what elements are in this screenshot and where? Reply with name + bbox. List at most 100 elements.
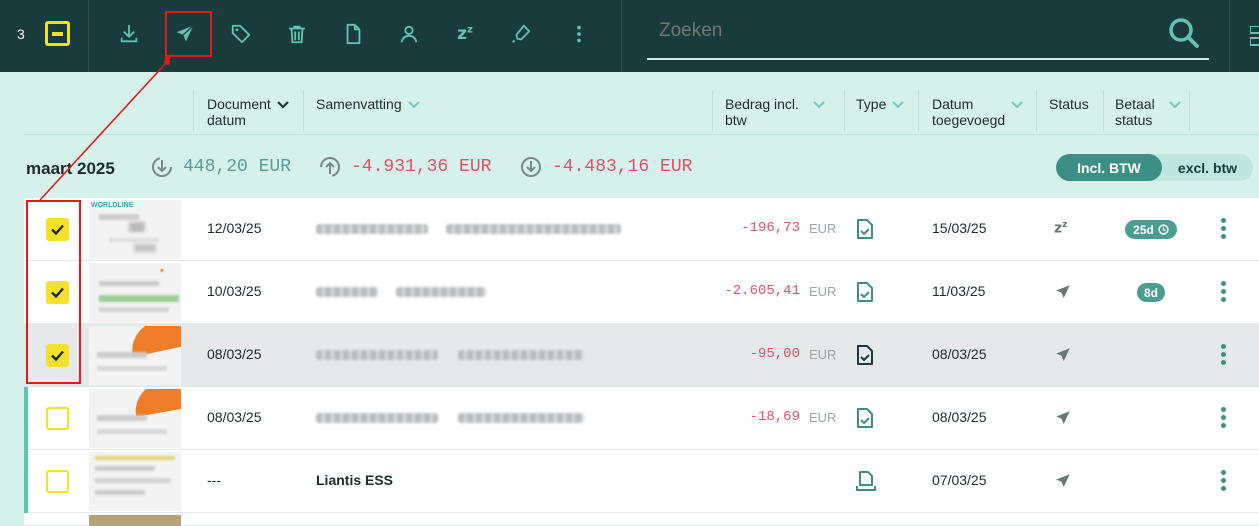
document-thumbnail[interactable]: WORLDLINE xyxy=(89,200,181,259)
marker-button[interactable] xyxy=(501,16,541,52)
date-added: 08/03/25 xyxy=(932,409,987,425)
row-more-button[interactable] xyxy=(1218,344,1228,368)
chevron-down-icon xyxy=(813,101,825,109)
download-icon xyxy=(120,24,138,43)
download-button[interactable] xyxy=(109,16,149,52)
document-button[interactable] xyxy=(333,16,373,52)
document-date: 08/03/25 xyxy=(207,409,262,425)
summary-redacted xyxy=(458,413,584,423)
column-separator xyxy=(918,90,919,132)
income-icon xyxy=(152,157,172,177)
search-bar xyxy=(647,10,1209,60)
highlight-send-button xyxy=(165,11,212,57)
document-thumbnail[interactable]: ✶ xyxy=(89,263,181,322)
chevron-down-icon xyxy=(892,101,905,109)
summary-redacted xyxy=(316,224,428,234)
summary-redacted xyxy=(446,224,621,234)
search-icon[interactable] xyxy=(1167,16,1201,50)
row-checkbox[interactable] xyxy=(46,470,69,493)
toolbar-divider xyxy=(621,0,622,72)
month-income: 448,20 EUR xyxy=(151,156,291,178)
assign-user-button[interactable] xyxy=(389,16,429,52)
document-date: --- xyxy=(207,472,221,488)
select-all-checkbox[interactable] xyxy=(45,21,70,46)
column-amount[interactable]: Bedrag incl. btw xyxy=(725,96,825,128)
delete-button[interactable] xyxy=(277,16,317,52)
payment-due-badge: 8d xyxy=(1137,283,1165,302)
send-icon xyxy=(1056,348,1070,361)
document-date: 10/03/25 xyxy=(207,283,262,299)
invoice-type-icon xyxy=(857,282,873,302)
column-status[interactable]: Status xyxy=(1049,96,1089,112)
row-more-button[interactable] xyxy=(1218,218,1228,242)
incl-vat-option[interactable]: Incl. BTW xyxy=(1056,154,1162,181)
table-row[interactable]: ✶ 10/03/25 -2.605,41 EUR 11/03/25 8d xyxy=(24,261,1259,324)
amount: -95,00 xyxy=(749,346,800,362)
table-row[interactable]: --- Liantis ESS 07/03/25 xyxy=(24,450,1259,513)
summary-redacted xyxy=(396,287,486,297)
vat-toggle[interactable]: Incl. BTW excl. btw xyxy=(1056,154,1253,181)
clock-icon xyxy=(1158,224,1169,235)
snooze-button[interactable]: zz xyxy=(445,16,485,52)
table-row[interactable]: 08/03/25 -18,69 EUR 08/03/25 xyxy=(24,387,1259,450)
date-added: 07/03/25 xyxy=(932,472,987,488)
snooze-icon: zz xyxy=(457,24,473,44)
column-date-added[interactable]: Datum toegevoegd xyxy=(932,96,1023,128)
expense-icon xyxy=(320,157,340,177)
settings-icon[interactable] xyxy=(1250,26,1259,46)
document-thumbnail[interactable] xyxy=(89,452,181,511)
summary-redacted xyxy=(316,413,438,423)
selected-count: 3 xyxy=(17,26,25,42)
header-divider xyxy=(24,134,1259,135)
document-list: Document datum Samenvatting Bedrag incl.… xyxy=(24,72,1259,526)
row-more-button[interactable] xyxy=(1218,281,1228,305)
row-more-button[interactable] xyxy=(1218,407,1228,431)
payment-due-badge: 25d xyxy=(1125,220,1177,239)
document-thumbnail[interactable] xyxy=(89,515,181,526)
date-added: 08/03/25 xyxy=(932,346,987,362)
toolbar-divider xyxy=(88,0,89,72)
column-separator xyxy=(1036,90,1037,132)
table-row[interactable]: WORLDLINE 12/03/25 -196,73 EUR 15/03/25 … xyxy=(24,198,1259,261)
document-thumbnail[interactable] xyxy=(89,389,181,448)
more-vertical-icon xyxy=(577,25,581,43)
table-row[interactable] xyxy=(24,513,1259,526)
amount: -2.605,41 xyxy=(724,283,800,299)
tag-icon xyxy=(231,24,251,44)
send-icon xyxy=(1056,285,1070,298)
column-type[interactable]: Type xyxy=(856,96,905,112)
currency: EUR xyxy=(809,221,837,236)
upload-document-icon xyxy=(856,471,876,491)
tag-button[interactable] xyxy=(221,16,261,52)
month-label: maart 2025 xyxy=(26,159,115,178)
invoice-type-icon xyxy=(857,219,873,239)
marker-icon xyxy=(512,24,531,43)
invoice-type-icon xyxy=(857,345,873,365)
more-actions-button[interactable] xyxy=(559,16,599,52)
month-expense: -4.931,36 EUR xyxy=(319,156,491,178)
chevron-down-icon xyxy=(1168,101,1181,109)
trash-icon xyxy=(288,25,306,44)
table-row[interactable]: 08/03/25 -95,00 EUR 08/03/25 xyxy=(24,324,1259,387)
row-checkbox[interactable] xyxy=(46,407,69,430)
send-icon xyxy=(1056,411,1070,424)
column-separator xyxy=(844,90,845,132)
excl-vat-option[interactable]: excl. btw xyxy=(1162,154,1253,181)
balance-icon xyxy=(521,157,541,177)
chevron-down-icon xyxy=(277,101,289,109)
send-icon xyxy=(1056,474,1070,487)
summary-redacted xyxy=(316,287,378,297)
file-icon xyxy=(346,23,361,45)
search-input[interactable] xyxy=(659,20,1139,42)
column-payment-status[interactable]: Betaal status xyxy=(1115,96,1181,128)
document-thumbnail[interactable] xyxy=(89,326,181,385)
date-added: 11/03/25 xyxy=(932,283,986,299)
column-separator xyxy=(1189,90,1190,132)
column-summary[interactable]: Samenvatting xyxy=(316,96,420,112)
column-separator xyxy=(712,90,713,132)
amount: -18,69 xyxy=(749,409,800,425)
month-balance: -4.483,16 EUR xyxy=(520,156,692,178)
row-more-button[interactable] xyxy=(1218,470,1228,494)
column-document-date[interactable]: Document datum xyxy=(207,96,289,128)
chevron-down-icon xyxy=(407,101,420,109)
